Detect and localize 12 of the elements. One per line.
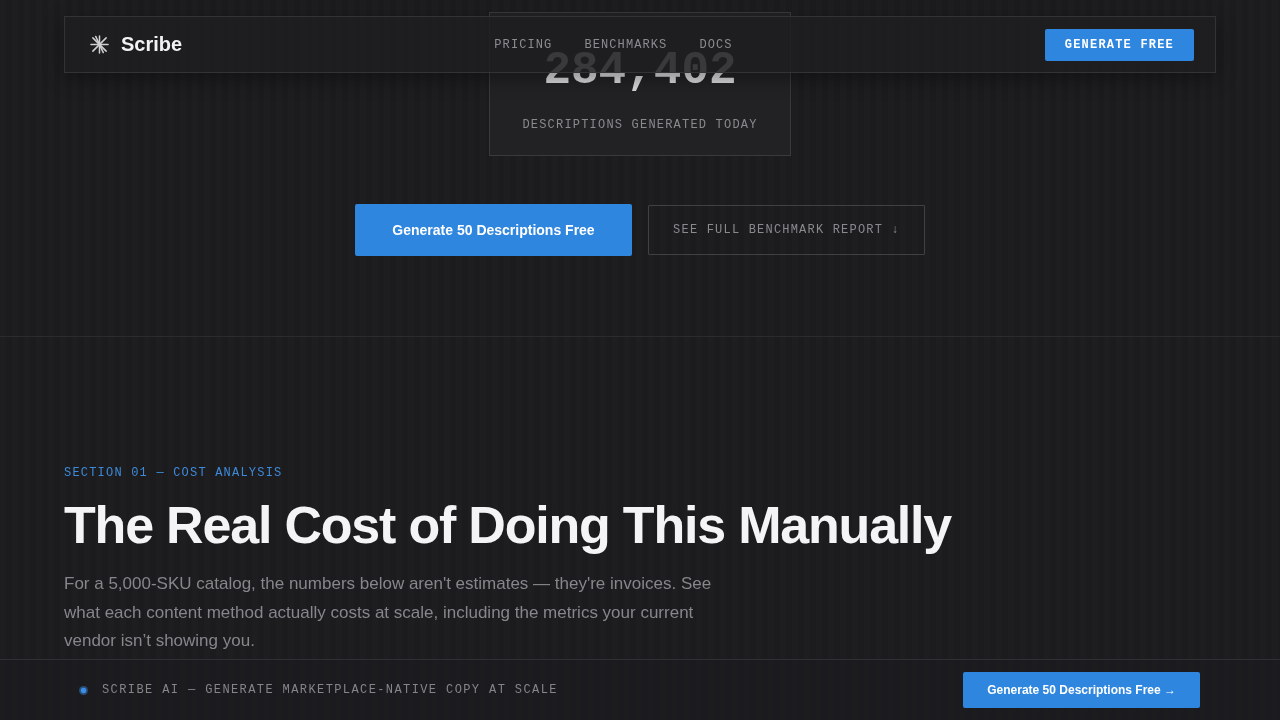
section-description: For a 5,000-SKU catalog, the numbers below aren't estimates — they're invoices. See what each content method actually costs at scale, including the metrics your current vendor isn’t showing you. [64,573,713,652]
stat-label: DESCRIPTIONS GENERATED TODAY [522,117,758,133]
generate-free-button[interactable]: GENERATE FREE [1044,28,1194,61]
generate-button[interactable]: Generate 50 Descriptions Free [355,204,632,256]
report-button[interactable]: SEE FULL BENCHMARK REPORT ↓ [648,205,925,255]
section-heading: The Real Cost of Doing This Manually [64,495,953,555]
generate-button[interactable]: Generate 50 Descriptions Free → [963,672,1200,708]
dot-icon [79,685,88,695]
brand-name[interactable]: Scribe [121,33,183,56]
starburst-icon [90,35,109,54]
tagline: SCRIBE AI — GENERATE MARKETPLACE-NATIVE COPY AT SCALE [102,683,558,697]
section-label: SECTION 01 — COST ANALYSIS [64,465,284,481]
